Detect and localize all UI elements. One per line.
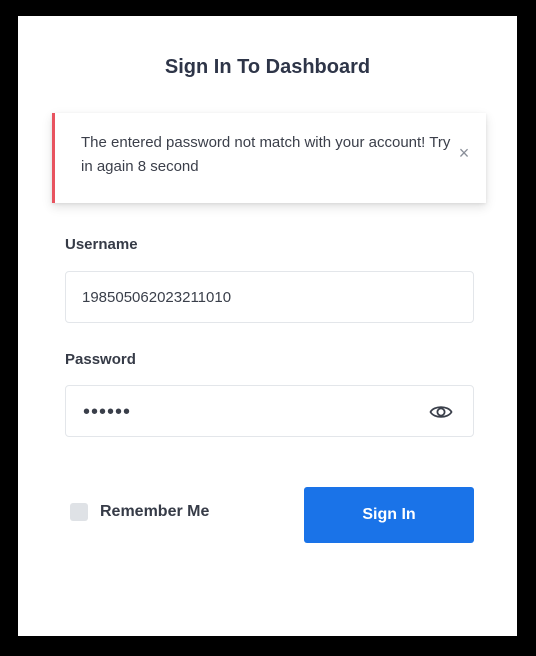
alert-message: The entered password not match with your… [81, 134, 451, 175]
password-label: Password [65, 351, 136, 368]
sign-in-button[interactable]: Sign In [304, 487, 474, 543]
eye-icon[interactable] [429, 401, 453, 423]
remember-label: Remember Me [100, 503, 210, 520]
remember-checkbox[interactable] [70, 503, 88, 521]
password-value: •••••• [83, 401, 132, 423]
error-alert: The entered password not match with your… [52, 113, 486, 203]
page-title: Sign In To Dashboard [164, 56, 371, 78]
window-frame: Sign In To Dashboard The entered passwor… [0, 0, 536, 656]
username-field-wrapper [65, 271, 474, 323]
username-label: Username [65, 236, 138, 253]
username-input[interactable] [66, 272, 473, 322]
login-card: Sign In To Dashboard The entered passwor… [18, 16, 517, 636]
close-icon[interactable]: × [456, 144, 472, 162]
password-field[interactable]: •••••• [65, 385, 474, 437]
remember-me[interactable]: Remember Me [70, 503, 209, 521]
